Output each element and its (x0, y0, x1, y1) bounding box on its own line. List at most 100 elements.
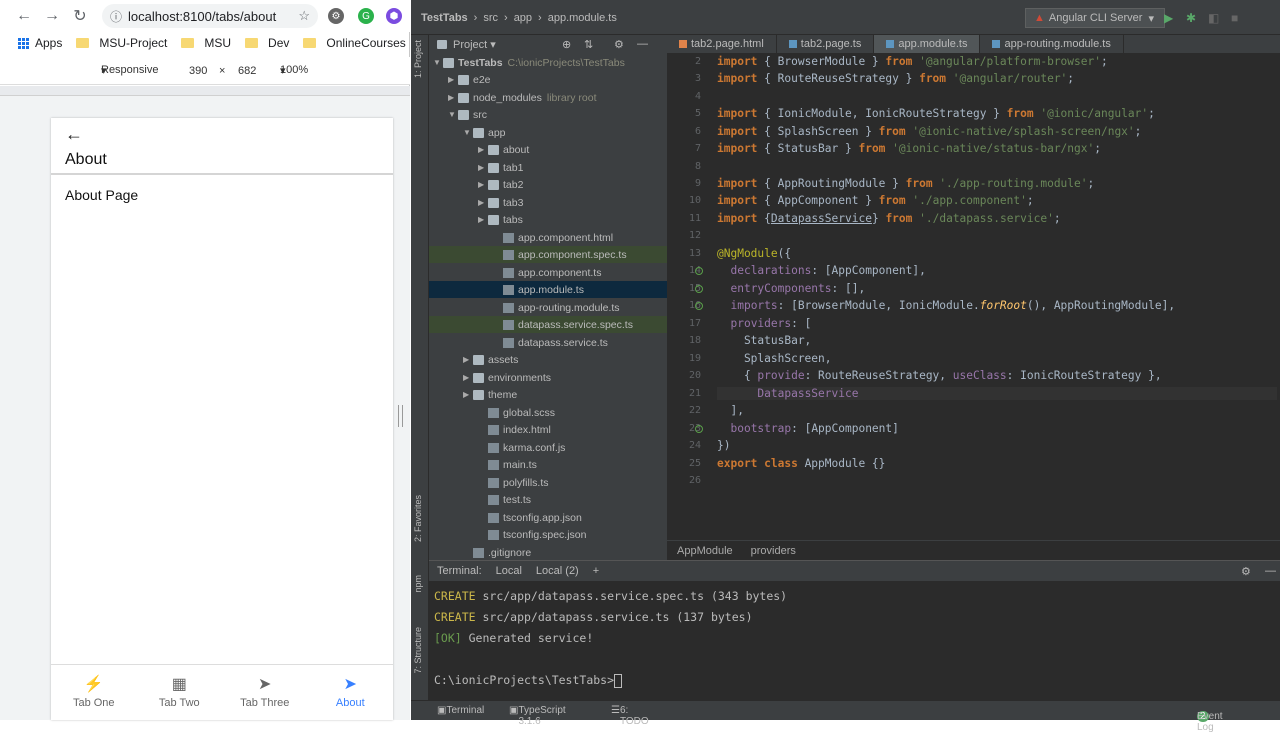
tree-item[interactable]: ▶ tab1 (429, 159, 667, 176)
tree-item[interactable]: ▶ node_modules library root (429, 89, 667, 106)
tree-item[interactable]: ▼ app (429, 124, 667, 141)
tab-three[interactable]: ➤ Tab Three (222, 665, 308, 720)
device-width-input[interactable]: 390 (189, 65, 207, 77)
tree-item[interactable]: ▶ about (429, 141, 667, 158)
bookmark-online-courses[interactable]: OnlineCourses (303, 36, 406, 50)
tree-item[interactable]: global.scss (429, 404, 667, 421)
info-icon[interactable]: ⓘ (110, 8, 122, 25)
tree-item[interactable]: app.module.ts (429, 281, 667, 298)
expand-arrow-icon[interactable]: ▼ (433, 58, 443, 67)
expand-arrow-icon[interactable]: ▶ (478, 180, 488, 189)
grammarly-icon[interactable]: G (358, 8, 374, 24)
tool-favorites[interactable]: 2: Favorites (413, 495, 423, 542)
bookmark-apps[interactable]: Apps (18, 36, 62, 50)
expand-arrow-icon[interactable]: ▶ (478, 163, 488, 172)
gear-icon[interactable]: ⚙ (614, 38, 624, 51)
tool-project[interactable]: 1: Project (413, 40, 423, 78)
status-terminal[interactable]: ▣ Terminal (437, 705, 484, 716)
terminal-prompt[interactable]: C:\ionicProjects\TestTabs> (434, 673, 623, 688)
add-terminal-button[interactable]: + (593, 565, 599, 577)
tree-item[interactable]: app.component.spec.ts (429, 246, 667, 263)
tree-item[interactable]: ▼ TestTabs C:\ionicProjects\TestTabs (429, 54, 667, 71)
project-view-select[interactable]: Project ▾ (453, 38, 496, 51)
tool-structure[interactable]: 7: Structure (413, 627, 423, 674)
tab-app-routing-module-ts[interactable]: app-routing.module.ts (980, 35, 1124, 53)
tree-item[interactable]: ▶ tab2 (429, 176, 667, 193)
tab-one[interactable]: ⚡ Tab One (51, 665, 137, 720)
zoom-select[interactable]: 100% ▾ (280, 64, 308, 77)
tree-item[interactable]: datapass.service.ts (429, 334, 667, 351)
implementation-marker-icon[interactable] (695, 425, 703, 433)
tree-item[interactable]: ▶ tabs (429, 211, 667, 228)
locate-icon[interactable]: ⊕ (562, 38, 571, 51)
extension-icon[interactable]: ⬢ (386, 8, 402, 24)
tree-item[interactable]: karma.conf.js (429, 439, 667, 456)
tree-item[interactable]: ▶ e2e (429, 71, 667, 88)
tree-item[interactable]: ▶ theme (429, 386, 667, 403)
bookmark-msu-project[interactable]: MSU-Project (76, 36, 167, 50)
tree-item[interactable]: app-routing.module.ts (429, 299, 667, 316)
tree-item[interactable]: app.component.html (429, 229, 667, 246)
extension-icon[interactable]: ⚙ (328, 8, 344, 24)
coverage-icon[interactable]: ◧ (1208, 11, 1219, 25)
tree-item[interactable]: datapass.service.spec.ts (429, 316, 667, 333)
tree-item[interactable]: tsconfig.app.json (429, 509, 667, 526)
tree-item[interactable]: ▶ environments (429, 369, 667, 386)
tree-item[interactable]: ▶ tab3 (429, 194, 667, 211)
tab-tab2-page-ts[interactable]: tab2.page.ts (777, 35, 875, 53)
reload-icon[interactable]: ↻ (66, 2, 94, 30)
bookmark-dev[interactable]: Dev (245, 36, 289, 50)
crumb-appmodule[interactable]: AppModule (677, 545, 733, 557)
expand-arrow-icon[interactable]: ▶ (463, 390, 473, 399)
tab-two[interactable]: ▦ Tab Two (137, 665, 223, 720)
expand-arrow-icon[interactable]: ▶ (478, 145, 488, 154)
breadcrumb-file[interactable]: app.module.ts (548, 12, 617, 24)
address-bar[interactable]: ⓘ localhost:8100/tabs/about ☆ (102, 4, 318, 28)
stop-icon[interactable]: ■ (1231, 11, 1238, 25)
tab-about[interactable]: ➤ About (308, 665, 394, 720)
gear-icon[interactable]: ⚙ (1241, 565, 1251, 578)
breadcrumb-src[interactable]: src (483, 12, 498, 24)
expand-arrow-icon[interactable]: ▶ (463, 373, 473, 382)
arrow-back-icon[interactable]: ← (65, 124, 83, 145)
expand-arrow-icon[interactable]: ▼ (448, 110, 458, 119)
expand-arrow-icon[interactable]: ▶ (478, 198, 488, 207)
status-typescript[interactable]: ▣ TypeScript 3.1.6 (509, 705, 566, 727)
debug-icon[interactable]: ✱ (1186, 11, 1196, 25)
tree-item[interactable]: polyfills.ts (429, 474, 667, 491)
bookmark-msu[interactable]: MSU (181, 36, 231, 50)
back-arrow-icon[interactable]: ← (10, 2, 38, 30)
breadcrumb-project[interactable]: TestTabs (421, 12, 468, 24)
expand-arrow-icon[interactable]: ▶ (478, 215, 488, 224)
tree-item[interactable]: main.ts (429, 456, 667, 473)
status-todo[interactable]: ☰ 6: TODO (611, 705, 649, 727)
crumb-providers[interactable]: providers (751, 545, 796, 557)
forward-arrow-icon[interactable]: → (38, 2, 66, 30)
expand-arrow-icon[interactable]: ▼ (463, 128, 473, 137)
tool-npm[interactable]: npm (413, 575, 423, 593)
collapse-icon[interactable]: ⇅ (584, 38, 593, 51)
code-area[interactable]: import { BrowserModule } from '@angular/… (717, 53, 1280, 533)
tree-item[interactable]: tsconfig.spec.json (429, 526, 667, 543)
tab-app-module-ts[interactable]: app.module.ts (874, 35, 981, 53)
tree-item[interactable]: index.html (429, 421, 667, 438)
implementation-marker-icon[interactable] (695, 267, 703, 275)
tree-item[interactable]: ▼ src (429, 106, 667, 123)
implementation-marker-icon[interactable] (695, 285, 703, 293)
tree-item[interactable]: ▶ assets (429, 351, 667, 368)
terminal-tab-local-2[interactable]: Local (2) (536, 565, 579, 577)
tree-item[interactable]: test.ts (429, 491, 667, 508)
tree-item[interactable]: app.component.ts (429, 264, 667, 281)
implementation-marker-icon[interactable] (695, 302, 703, 310)
breadcrumb-app[interactable]: app (514, 12, 532, 24)
tab-tab2-page-html[interactable]: tab2.page.html (667, 35, 777, 53)
terminal-tab-local[interactable]: Local (496, 565, 522, 577)
run-icon[interactable]: ▶ (1164, 11, 1173, 25)
device-mode-select[interactable]: Responsive ▾ (101, 64, 158, 77)
expand-arrow-icon[interactable]: ▶ (448, 75, 458, 84)
device-height-input[interactable]: 682 (238, 65, 256, 77)
run-config-select[interactable]: ▲ Angular CLI Server ▾ (1025, 8, 1165, 28)
tree-item[interactable]: .gitignore (429, 544, 667, 561)
expand-arrow-icon[interactable]: ▶ (448, 93, 458, 102)
viewport-resize-handle[interactable] (398, 405, 403, 427)
